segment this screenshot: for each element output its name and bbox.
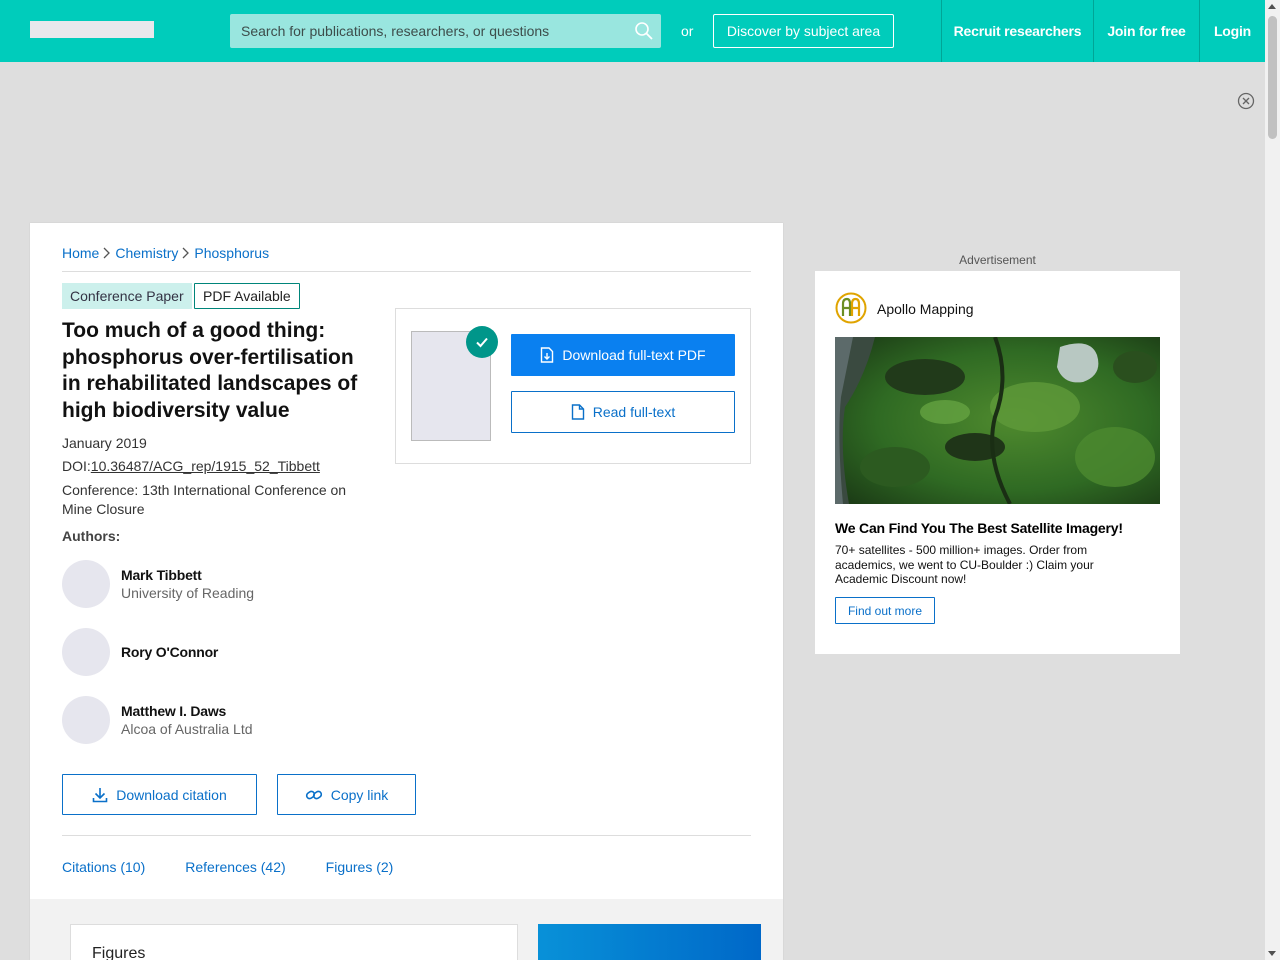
divider	[62, 271, 751, 272]
publication-tabs: Citations (10) References (42) Figures (…	[62, 859, 433, 875]
satellite-image[interactable]	[835, 337, 1160, 504]
doi-label: DOI:	[62, 458, 91, 474]
ad-headline[interactable]: We Can Find You The Best Satellite Image…	[835, 520, 1123, 536]
publication-doi: DOI:10.36487/ACG_rep/1915_52_Tibbett	[62, 458, 320, 474]
authors-heading: Authors:	[62, 528, 121, 544]
publication-date: January 2019	[62, 435, 147, 451]
tab-figures[interactable]: Figures (2)	[326, 859, 394, 875]
scrollbar-thumb[interactable]	[1268, 16, 1277, 139]
read-fulltext-label: Read full-text	[592, 404, 676, 420]
chevron-right-icon	[103, 247, 111, 259]
promo-panel[interactable]	[538, 924, 761, 960]
tab-references[interactable]: References (42)	[185, 859, 285, 875]
advertisement-label: Advertisement	[959, 253, 1036, 267]
document-icon	[571, 404, 584, 420]
doi-link[interactable]: 10.36487/ACG_rep/1915_52_Tibbett	[91, 458, 320, 474]
download-citation-button[interactable]: Download citation	[62, 774, 257, 815]
pdf-download-icon	[541, 347, 554, 363]
close-ad-icon[interactable]	[1237, 92, 1255, 110]
author-item[interactable]: Mark Tibbett University of Reading	[62, 560, 362, 608]
copy-link-button[interactable]: Copy link	[277, 774, 416, 815]
search-icon[interactable]	[634, 21, 654, 41]
author-item[interactable]: Matthew I. Daws Alcoa of Australia Ltd	[62, 696, 362, 744]
download-pdf-button[interactable]: Download full-text PDF	[511, 334, 735, 376]
divider	[62, 835, 751, 836]
avatar[interactable]	[62, 628, 110, 676]
avatar[interactable]	[62, 696, 110, 744]
or-separator: or	[681, 23, 694, 39]
publication-title: Too much of a good thing: phosphorus ove…	[62, 319, 358, 422]
pdf-available-badge: PDF Available	[194, 283, 300, 309]
author-affiliation: University of Reading	[121, 585, 255, 601]
author-affiliation: Alcoa of Australia Ltd	[121, 721, 253, 737]
find-out-more-button[interactable]: Find out more	[835, 597, 935, 624]
breadcrumb-phosphorus[interactable]: Phosphorus	[194, 245, 269, 261]
discover-subject-button[interactable]: Discover by subject area	[713, 14, 894, 48]
nav-login[interactable]: Login	[1199, 0, 1265, 62]
author-name[interactable]: Matthew I. Daws	[121, 703, 226, 719]
lower-content-area: Figures	[30, 899, 783, 960]
download-icon	[92, 787, 108, 802]
advertisement-card[interactable]: Apollo Mapping We Can Find You The Best …	[815, 271, 1180, 654]
figures-panel: Figures	[70, 924, 518, 960]
ad-brand-name: Apollo Mapping	[877, 301, 974, 317]
breadcrumb-chemistry[interactable]: Chemistry	[115, 245, 178, 261]
author-name[interactable]: Mark Tibbett	[121, 567, 202, 583]
nav-recruit-researchers[interactable]: Recruit researchers	[941, 0, 1093, 62]
tab-citations[interactable]: Citations (10)	[62, 859, 145, 875]
author-item[interactable]: Rory O'Connor	[62, 628, 362, 676]
scroll-up-arrow-icon[interactable]	[1268, 4, 1276, 9]
read-fulltext-button[interactable]: Read full-text	[511, 391, 735, 433]
publication-type-badge: Conference Paper	[62, 283, 192, 309]
conference-name: Conference: 13th International Conferenc…	[62, 482, 347, 517]
apollo-mapping-logo[interactable]	[835, 292, 867, 324]
copy-link-label: Copy link	[330, 786, 389, 803]
nav-join-for-free[interactable]: Join for free	[1093, 0, 1199, 62]
site-logo[interactable]	[30, 21, 154, 38]
search-box	[230, 14, 661, 48]
check-icon	[466, 326, 498, 358]
ad-body-text: 70+ satellites - 500 million+ images. Or…	[835, 543, 1094, 586]
breadcrumb-home[interactable]: Home	[62, 245, 99, 261]
scroll-down-arrow-icon[interactable]	[1268, 951, 1276, 956]
download-citation-label: Download citation	[116, 786, 227, 803]
fulltext-box: Download full-text PDF Read full-text	[395, 308, 751, 464]
figures-heading: Figures	[92, 945, 146, 960]
avatar[interactable]	[62, 560, 110, 608]
chevron-right-icon	[182, 247, 190, 259]
breadcrumb: Home Chemistry Phosphorus	[62, 245, 269, 261]
top-navigation-bar: or Discover by subject area Recruit rese…	[0, 0, 1265, 62]
author-name[interactable]: Rory O'Connor	[121, 644, 218, 660]
download-pdf-label: Download full-text PDF	[562, 347, 706, 363]
search-input[interactable]	[230, 14, 625, 48]
link-icon	[305, 790, 322, 799]
page-scrollbar[interactable]	[1265, 0, 1280, 960]
publication-card: Home Chemistry Phosphorus Conference Pap…	[30, 223, 783, 960]
